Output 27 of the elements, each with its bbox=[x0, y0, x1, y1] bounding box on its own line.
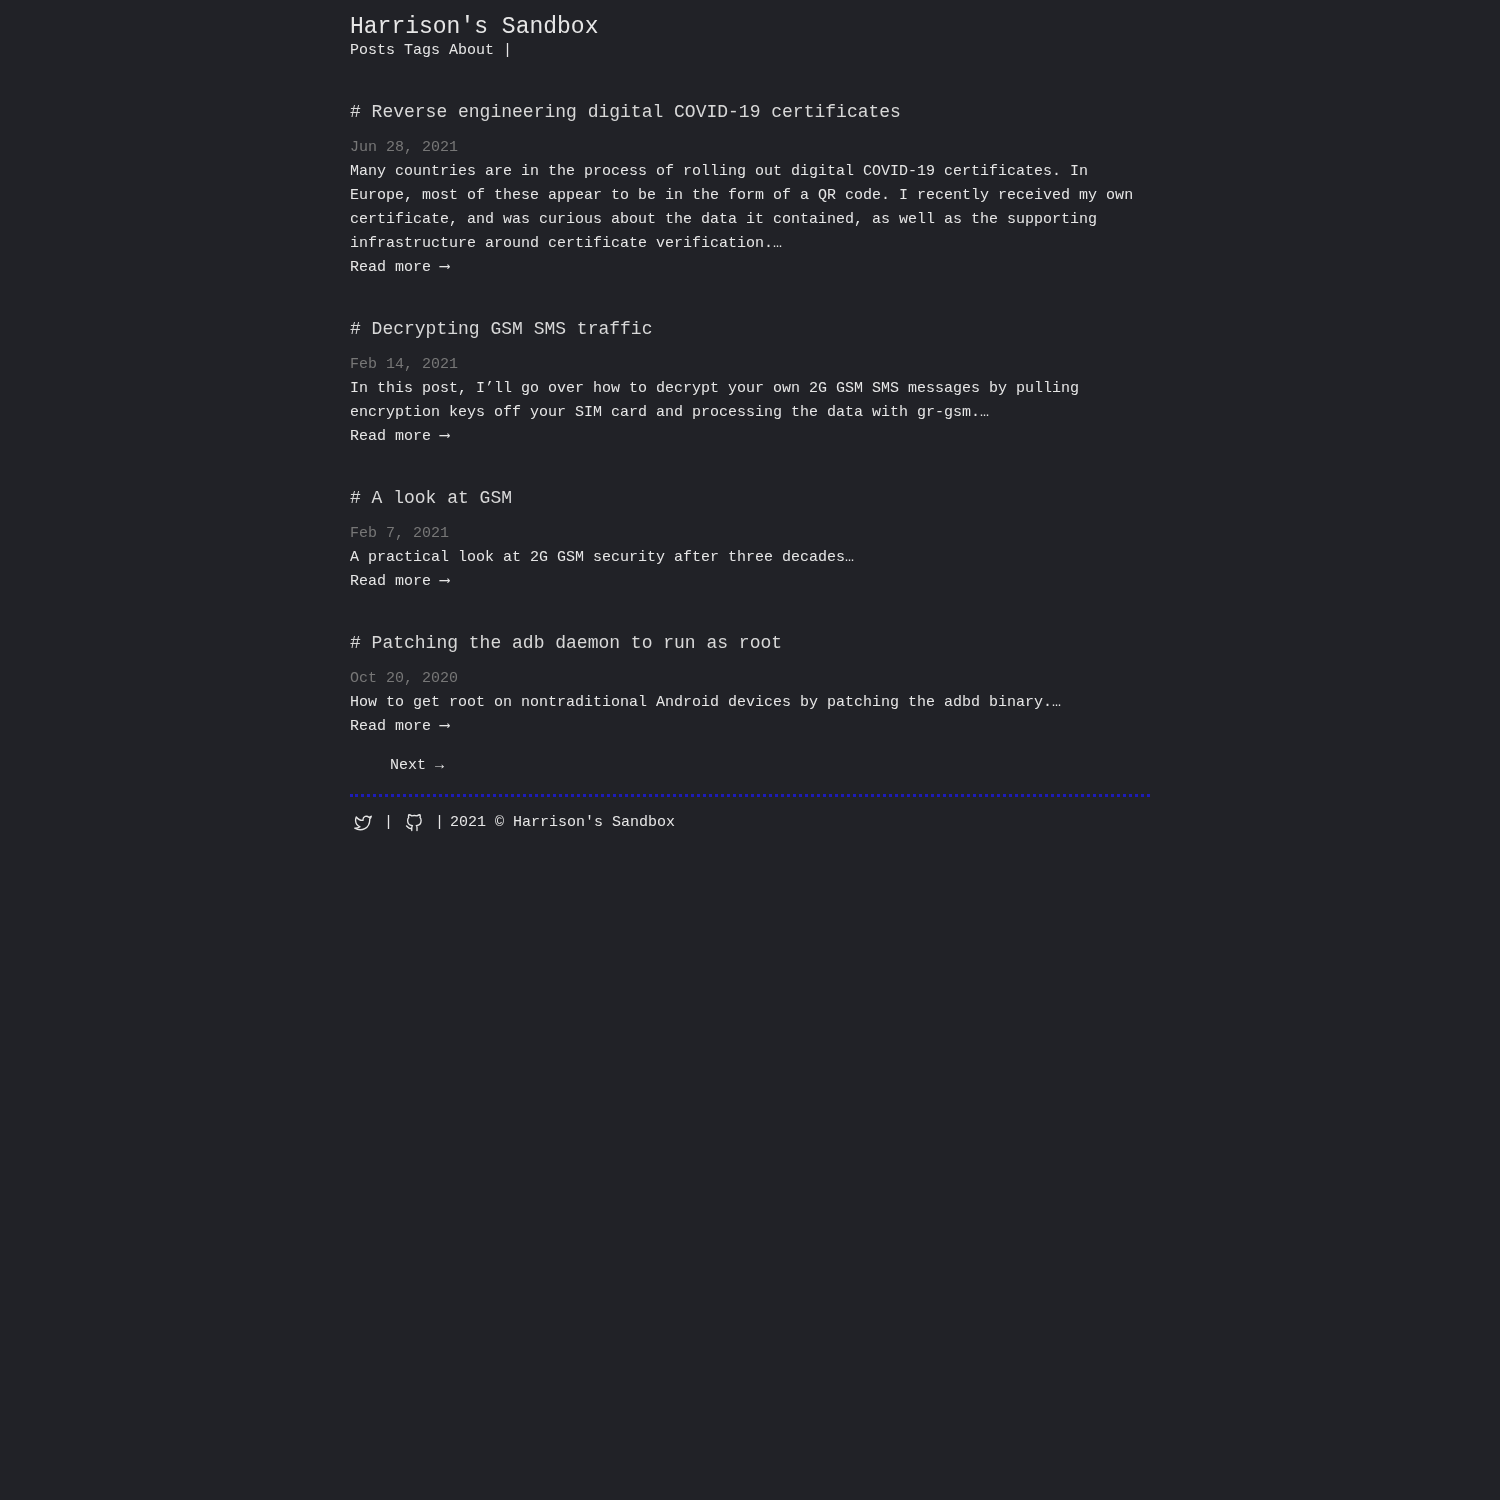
post-title[interactable]: # Decrypting GSM SMS traffic bbox=[350, 317, 653, 341]
copyright-text: 2021 © Harrison's Sandbox bbox=[450, 813, 676, 833]
footer-separator: | bbox=[384, 813, 393, 833]
read-more-link[interactable]: Read more ⟶ bbox=[350, 715, 450, 739]
footer-separator: | bbox=[435, 813, 445, 833]
post-title[interactable]: # Patching the adb daemon to run as root bbox=[350, 631, 783, 655]
post-date: Jun 28, 2021 bbox=[350, 138, 460, 158]
cat-icon[interactable] bbox=[405, 814, 423, 832]
bird-icon[interactable] bbox=[354, 814, 372, 832]
next-page-link[interactable]: Next → bbox=[390, 757, 444, 774]
read-more-link[interactable]: Read more ⟶ bbox=[350, 256, 450, 280]
site-title[interactable]: Harrison's Sandbox bbox=[350, 12, 599, 42]
nav-separator: | bbox=[503, 42, 513, 60]
post-title[interactable]: # Reverse engineering digital COVID-19 certificates bbox=[350, 100, 901, 124]
post-summary: A practical look at 2G GSM security after three decades… bbox=[350, 548, 856, 568]
post-date: Feb 7, 2021 bbox=[350, 524, 451, 544]
post-date: Oct 20, 2020 bbox=[350, 669, 460, 689]
post-title[interactable]: # A look at GSM bbox=[350, 486, 513, 510]
post-summary: In this post, I’ll go over how to decrypt your own 2G GSM SMS messages by pulling encryption keys off your SIM card and processing the data with gr-gsm.… bbox=[350, 379, 1081, 423]
post-summary: How to get root on nontraditional Android devices by patching the adbd binary.… bbox=[350, 693, 1063, 713]
post-date: Feb 14, 2021 bbox=[350, 355, 460, 375]
nav-link[interactable]: Posts bbox=[350, 42, 395, 60]
read-more-link[interactable]: Read more ⟶ bbox=[350, 570, 450, 594]
nav-link[interactable]: Tags bbox=[404, 42, 441, 60]
post-summary: Many countries are in the process of rolling out digital COVID-19 certificates. In Europe, most of these appear to be in the form of a QR code. I recently received my own certificate, and was curious about the data it contained, as well as the supporting infrastructure around certificate verification.… bbox=[350, 162, 1135, 254]
nav-link[interactable]: About bbox=[449, 42, 495, 60]
read-more-link[interactable]: Read more ⟶ bbox=[350, 425, 450, 449]
